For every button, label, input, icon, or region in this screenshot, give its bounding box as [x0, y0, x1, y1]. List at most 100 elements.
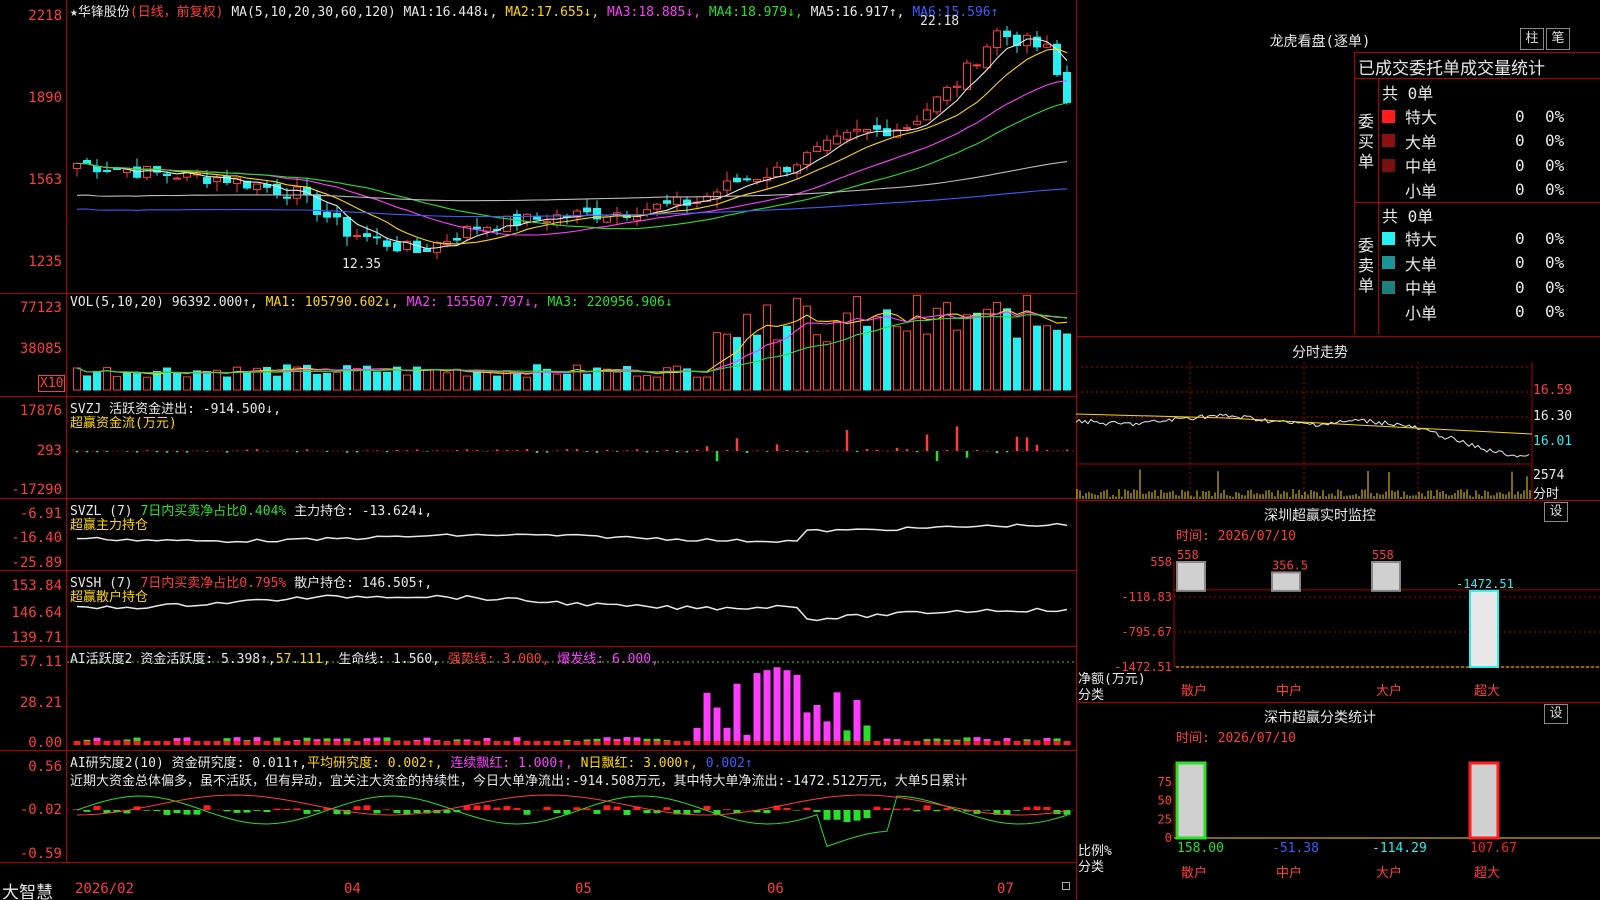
- research-bar: [223, 810, 231, 812]
- svzl-ytick: -6.91: [19, 506, 62, 522]
- volume-bar: [123, 371, 131, 391]
- candle-body: [983, 46, 991, 69]
- monitor-category-label: 超大: [1474, 684, 1500, 699]
- candle-body: [803, 152, 811, 165]
- volume-bar: [1053, 329, 1061, 391]
- activity-base-bar: [113, 741, 121, 745]
- activity-base-bar: [183, 741, 191, 745]
- activity-base-bar: [593, 741, 601, 745]
- research-bar: [253, 810, 261, 811]
- candle-body: [323, 211, 331, 218]
- candle-body: [753, 179, 761, 182]
- order-type: 特大: [1405, 108, 1438, 127]
- volume-bar: [893, 326, 901, 391]
- order-row: 小单 0 0%: [1382, 178, 1600, 202]
- order-percent: 0%: [1545, 106, 1565, 126]
- research-bar: [853, 810, 861, 821]
- candle-body: [873, 125, 881, 130]
- candle-body: [673, 196, 681, 206]
- ai2-header: AI研究度2(10) 资金研究度: 0.011↑,平均研究度: 0.002↑, …: [70, 756, 753, 771]
- sz-class-settings-button[interactable]: 设: [1544, 704, 1568, 724]
- volume-bar: [713, 332, 721, 391]
- activity-base-bar: [143, 741, 151, 745]
- ma2-readout: MA2:17.655↓,: [505, 5, 600, 20]
- candle-body: [163, 173, 171, 177]
- order-count: 0: [1515, 106, 1525, 126]
- candle-body: [73, 162, 81, 170]
- sz-monitor-settings-button[interactable]: 设: [1544, 502, 1568, 522]
- activity-base-bar: [123, 741, 131, 745]
- volume-bar: [1033, 325, 1041, 391]
- activity-base-bar: [133, 741, 141, 745]
- sz-class-chart[interactable]: 75 50 25 0 158.00 散户 -51.38 中户 -114.29 大户 107.67 超大: [1076, 745, 1600, 900]
- activity-base-bar: [773, 741, 781, 745]
- activity-bar: [783, 670, 791, 745]
- research-bar: [543, 806, 551, 810]
- activity-base-bar: [683, 741, 691, 745]
- order-percent: 0%: [1545, 302, 1565, 321]
- volume-bar: [143, 376, 151, 391]
- volume-bar: [743, 313, 751, 391]
- research-bar: [393, 810, 401, 814]
- lock-icon[interactable]: [1062, 882, 1070, 890]
- research-bar: [263, 810, 271, 813]
- volume-bar: [323, 372, 331, 391]
- research-green-line: [76, 795, 1068, 848]
- activity-base-bar: [523, 741, 531, 745]
- candle-body: [343, 216, 351, 237]
- order-row: 特大 0 0%: [1382, 226, 1600, 250]
- research-bar: [293, 808, 301, 810]
- activity-bar: [853, 699, 861, 745]
- research-bar: [93, 805, 101, 810]
- volume-bar: [513, 373, 521, 391]
- order-type: 大单: [1405, 254, 1438, 274]
- class-category-label: 中户: [1276, 865, 1302, 881]
- order-color-swatch: [1382, 134, 1395, 147]
- volume-bar: [283, 364, 291, 391]
- volume-bar: [1003, 308, 1011, 391]
- research-bar: [813, 810, 821, 812]
- activity-base-bar: [353, 741, 361, 745]
- activity-base-bar: [583, 741, 591, 745]
- research-bar: [863, 810, 871, 819]
- xaxis-label: 04: [344, 881, 361, 897]
- column-view-button[interactable]: 柱: [1520, 28, 1544, 50]
- research-bar: [273, 808, 281, 810]
- research-bar: [303, 810, 311, 814]
- activity-bar: [703, 692, 711, 745]
- sz-monitor-chart[interactable]: 558 -118.83 -795.67 -1472.51 558 散户 356.5 中户 558…: [1076, 540, 1600, 700]
- candle-body: [363, 233, 371, 237]
- volume-bar: [1063, 333, 1071, 391]
- candle-body: [283, 196, 291, 199]
- activity-base-bar: [953, 741, 961, 745]
- volume-bar: [793, 297, 801, 391]
- candle-body: [943, 87, 951, 101]
- candle-body: [293, 186, 301, 199]
- activity-bar: [803, 712, 811, 745]
- stock-name[interactable]: ★华锋股份: [70, 5, 130, 20]
- activity-base-bar: [383, 741, 391, 745]
- candle-body: [813, 146, 821, 152]
- intraday-chart[interactable]: [1076, 362, 1600, 500]
- candle-body: [383, 240, 391, 247]
- class-category-label: 超大: [1474, 866, 1500, 881]
- activity-base-bar: [943, 741, 951, 745]
- stroke-view-button[interactable]: 笔: [1546, 28, 1570, 50]
- activity-base-bar: [73, 741, 81, 745]
- research-bar: [693, 810, 701, 813]
- research-bar: [403, 810, 411, 815]
- activity-base-bar: [743, 741, 751, 745]
- candle-body: [453, 238, 461, 241]
- activity-bar: [773, 667, 781, 745]
- activity-base-bar: [713, 741, 721, 745]
- candle-body: [473, 226, 481, 230]
- activity-base-bar: [223, 741, 231, 745]
- volume-bar: [963, 314, 971, 391]
- candle-body: [853, 128, 861, 132]
- activity-base-bar: [853, 741, 861, 745]
- main-force-line: [76, 522, 1068, 544]
- candle-body: [963, 62, 971, 90]
- order-count: 0: [1515, 277, 1525, 297]
- volume-bar: [873, 316, 881, 391]
- research-bar: [873, 806, 881, 810]
